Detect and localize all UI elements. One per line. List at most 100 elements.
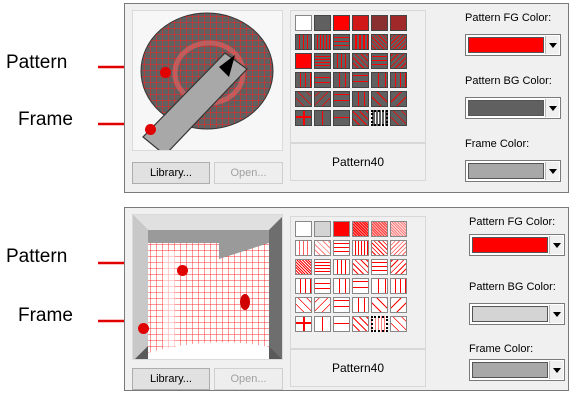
pattern-cell[interactable] [352, 72, 369, 88]
pattern-cell[interactable] [352, 278, 369, 294]
pattern-cell[interactable] [352, 259, 369, 275]
pattern-cell[interactable] [295, 316, 312, 332]
pattern-cell-selected[interactable] [371, 316, 388, 332]
preview-shape [133, 215, 282, 359]
pattern-cell[interactable] [390, 259, 407, 275]
open-button[interactable]: Open... [214, 368, 283, 390]
chevron-down-icon[interactable] [549, 236, 563, 254]
pattern-cell-selected[interactable] [371, 110, 388, 126]
chevron-down-icon[interactable] [545, 36, 559, 54]
pattern-cell[interactable] [333, 316, 350, 332]
frame-color-label: Frame Color: [465, 138, 530, 150]
pattern-cell[interactable] [371, 72, 388, 88]
library-button[interactable]: Library... [132, 162, 210, 184]
pattern-cell[interactable] [314, 297, 331, 313]
pattern-cell[interactable] [314, 72, 331, 88]
pattern-cell[interactable] [371, 91, 388, 107]
pattern-cell[interactable] [333, 34, 350, 50]
pattern-cell[interactable] [295, 91, 312, 107]
library-button[interactable]: Library... [132, 368, 210, 390]
preview-area [132, 214, 283, 360]
pattern-cell[interactable] [295, 240, 312, 256]
chevron-down-icon[interactable] [545, 99, 559, 117]
pattern-cell[interactable] [295, 278, 312, 294]
pattern-cell[interactable] [352, 316, 369, 332]
pattern-cell[interactable] [314, 91, 331, 107]
pattern-fg-color-select[interactable] [465, 34, 561, 56]
pattern-cell[interactable] [390, 240, 407, 256]
pattern-cell[interactable] [371, 15, 388, 31]
pattern-cell[interactable] [371, 34, 388, 50]
frame-color-select[interactable] [469, 359, 565, 381]
pattern-cell[interactable] [371, 53, 388, 69]
pattern-cell[interactable] [314, 240, 331, 256]
pattern-cell[interactable] [371, 221, 388, 237]
pattern-bg-color-select[interactable] [469, 303, 565, 325]
pattern-cell[interactable] [314, 53, 331, 69]
pattern-cell[interactable] [295, 110, 312, 126]
pattern-cell[interactable] [352, 297, 369, 313]
pattern-cell[interactable] [333, 53, 350, 69]
pattern-cell[interactable] [314, 278, 331, 294]
pattern-cell[interactable] [390, 110, 407, 126]
pattern-cell[interactable] [333, 221, 350, 237]
pattern-cell[interactable] [390, 316, 407, 332]
open-button[interactable]: Open... [214, 162, 283, 184]
pattern-cell[interactable] [333, 278, 350, 294]
pattern-cell[interactable] [390, 221, 407, 237]
pattern-cell[interactable] [295, 297, 312, 313]
callout-pattern-bottom: Pattern [6, 246, 68, 267]
pattern-cell[interactable] [333, 72, 350, 88]
pattern-cell[interactable] [352, 34, 369, 50]
pattern-panel-top: Library... Open... Pattern40 Pattern FG … [124, 3, 569, 193]
pattern-cell[interactable] [314, 316, 331, 332]
marker-pattern-bottom [177, 265, 188, 276]
pattern-bg-color-select[interactable] [465, 97, 561, 119]
chevron-down-icon[interactable] [549, 361, 563, 379]
pattern-cell[interactable] [352, 15, 369, 31]
pattern-cell[interactable] [333, 91, 350, 107]
pattern-cell[interactable] [295, 15, 312, 31]
pattern-cell[interactable] [333, 110, 350, 126]
pattern-cell[interactable] [333, 15, 350, 31]
pattern-cell[interactable] [371, 278, 388, 294]
pattern-bg-color-swatch [472, 306, 548, 322]
pattern-cell[interactable] [371, 297, 388, 313]
pattern-cell[interactable] [314, 259, 331, 275]
pattern-cell[interactable] [390, 15, 407, 31]
pattern-cell[interactable] [333, 297, 350, 313]
pattern-cell[interactable] [314, 221, 331, 237]
frame-color-select[interactable] [465, 160, 561, 182]
callout-frame-top: Frame [18, 109, 73, 130]
pattern-cell[interactable] [352, 91, 369, 107]
pattern-cell[interactable] [314, 110, 331, 126]
pattern-cell[interactable] [333, 240, 350, 256]
pattern-cell[interactable] [371, 259, 388, 275]
pattern-cell[interactable] [352, 240, 369, 256]
frame-color-swatch [472, 362, 548, 378]
pattern-cell[interactable] [390, 297, 407, 313]
pattern-cell[interactable] [333, 259, 350, 275]
pattern-cell[interactable] [352, 221, 369, 237]
pattern-cell[interactable] [352, 110, 369, 126]
pattern-fg-color-select[interactable] [469, 234, 565, 256]
pattern-cell[interactable] [352, 53, 369, 69]
chevron-down-icon[interactable] [545, 162, 559, 180]
preview-area [132, 10, 283, 151]
chevron-down-icon[interactable] [549, 305, 563, 323]
pattern-cell[interactable] [295, 259, 312, 275]
pattern-cell[interactable] [314, 34, 331, 50]
pattern-cell[interactable] [390, 91, 407, 107]
pattern-cell[interactable] [295, 221, 312, 237]
pattern-cell[interactable] [390, 278, 407, 294]
pattern-cell[interactable] [390, 72, 407, 88]
callout-pattern-top: Pattern [6, 52, 68, 73]
pattern-cell[interactable] [314, 15, 331, 31]
pattern-cell[interactable] [295, 72, 312, 88]
pattern-cell[interactable] [295, 34, 312, 50]
pattern-cell[interactable] [295, 53, 312, 69]
frame-color-swatch [468, 163, 544, 179]
pattern-cell[interactable] [390, 53, 407, 69]
pattern-cell[interactable] [390, 34, 407, 50]
pattern-cell[interactable] [371, 240, 388, 256]
